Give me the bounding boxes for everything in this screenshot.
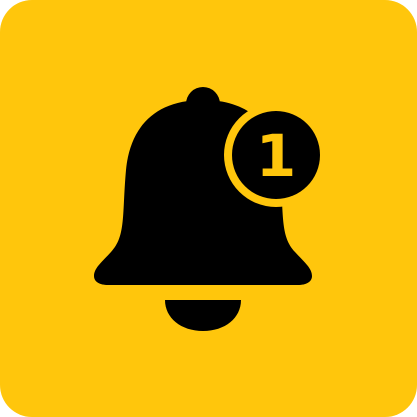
notification-app-icon[interactable]: 1 [0, 0, 417, 417]
notification-badge: 1 [224, 103, 328, 207]
badge-count: 1 [256, 122, 296, 190]
bell-icon: 1 [94, 87, 328, 331]
bell-clapper [165, 300, 241, 331]
